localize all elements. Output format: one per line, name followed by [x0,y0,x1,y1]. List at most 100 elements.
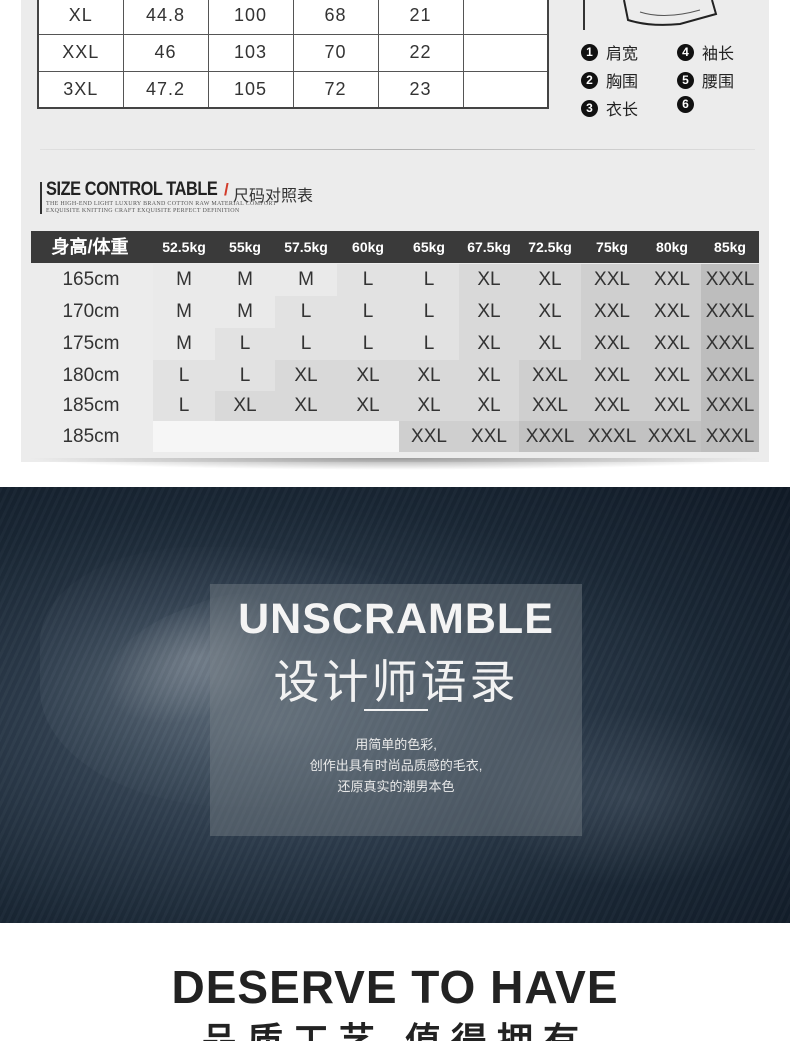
weight-header: 67.5kg [467,239,511,255]
weight-header: 52.5kg [162,239,206,255]
legend-item: 6 [677,96,702,113]
height-label: 185cm [62,426,120,447]
size-cell: XL [519,264,581,296]
height-label: 180cm [62,365,120,386]
size-cell: L [215,360,275,391]
size-cell: XXL [643,328,701,360]
designer-quote-banner: UNSCRAMBLE 设计师语录 用简单的色彩, 创作出具有时尚品质感的毛衣, … [0,487,790,923]
size-cell: L [337,264,399,296]
size-cell: XXL [643,360,701,391]
deserve-title: DESERVE TO HAVE [171,961,619,1013]
size-cell [153,421,215,452]
size-control-title: SIZE CONTROL TABLE [46,179,218,200]
legend-item: 5 腰围 [677,68,734,92]
legend-label: 袖长 [702,46,735,63]
size-cell: XXL [459,421,519,452]
size-cell [337,421,399,452]
size-cell: XL [459,264,519,296]
size-cell: XL [519,328,581,360]
size-cell: L [153,360,215,391]
legend-number-icon: 6 [677,96,694,113]
size-cell: XL [519,296,581,328]
subtitle-line-2: EXQUISITE KNITTING CRAFT EXQUISITE PERFE… [46,208,240,214]
legend-label: 腰围 [702,74,735,91]
quote-line-1: 用简单的色彩, [355,737,437,752]
weight-header: 60kg [352,239,384,255]
quote-title: UNSCRAMBLE [238,595,554,643]
size-cell: XL [459,328,519,360]
legend-number-icon: 3 [581,99,598,117]
section-divider [40,149,755,150]
height-label: 175cm [62,333,120,354]
legend-label: 胸围 [606,74,639,91]
size-cell [275,421,337,452]
measurement-cell: 103 [207,33,294,72]
size-cell: XXXL [643,421,701,452]
measurement-cell: 44.8 [122,0,209,35]
measurement-cell [462,0,549,35]
size-cell: L [215,328,275,360]
size-cell: XL [459,391,519,421]
size-cell: M [153,264,215,296]
legend-number-icon: 2 [581,71,598,89]
measurement-cell: XXL [37,33,124,72]
size-cell: XXXL [519,421,581,452]
measurement-cell: 47.2 [122,70,209,109]
measurement-cell: 21 [377,0,464,35]
panel-shadow [24,458,766,470]
size-cell: XXXL [701,264,759,296]
size-cell: XXXL [701,328,759,360]
size-cell: XXL [643,391,701,421]
measurement-cell: 70 [292,33,379,72]
garment-diagram-line [583,0,585,30]
size-cell: XXL [519,360,581,391]
weight-header: 57.5kg [284,239,328,255]
measurement-cell: 105 [207,70,294,109]
size-cell: XXL [581,360,643,391]
measurement-cell: 46 [122,33,209,72]
measurement-cell: XL [37,0,124,35]
measurement-cell: 72 [292,70,379,109]
size-cell: XL [459,296,519,328]
measurement-cell [462,70,549,109]
height-label: 185cm [62,395,120,416]
measurement-row: 3XL 47.2 105 72 23 [37,70,549,109]
subtitle-line-1: THE HIGH-END LIGHT LUXURY BRAND COTTON R… [46,201,277,207]
legend-number-icon: 4 [677,43,694,61]
size-cell: XL [459,360,519,391]
size-cell: L [399,264,459,296]
quote-underline [364,709,428,711]
legend-item: 1 肩宽 [581,40,638,64]
deserve-title-cn: 品质工艺 值得拥有 [200,1020,589,1041]
size-cell: XL [399,391,459,421]
weight-header: 80kg [656,239,688,255]
legend-number-icon: 5 [677,71,694,89]
weight-header: 72.5kg [528,239,572,255]
size-cell: M [153,328,215,360]
legend-item: 4 袖长 [677,40,734,64]
size-cell: XXL [519,391,581,421]
garment-diagram-icon [623,0,718,26]
size-cell: XXL [581,391,643,421]
size-cell: XXL [399,421,459,452]
size-chart-header: 身高/体重 52.5kg 55kg 57.5kg 60kg 65kg 67.5kg 72.5… [31,231,759,263]
size-cell: L [153,391,215,421]
size-cell: L [399,328,459,360]
title-bar [40,182,42,214]
size-cell: M [215,296,275,328]
size-cell: XXXL [581,421,643,452]
size-cell: XXL [581,328,643,360]
size-cell: XL [275,391,337,421]
size-cell: XXXL [701,296,759,328]
size-cell: L [275,296,337,328]
measurement-row: XXL 46 103 70 22 [37,33,549,72]
size-cell: XL [275,360,337,391]
measurement-cell: 22 [377,33,464,72]
size-cell: XXL [581,296,643,328]
size-cell: L [399,296,459,328]
size-cell: XL [337,391,399,421]
quote-title-cn: 设计师语录 [273,656,519,708]
legend-label: 肩宽 [606,46,639,63]
size-cell: XL [399,360,459,391]
quote-text: 用简单的色彩, 创作出具有时尚品质感的毛衣, 还原真实的潮男本色 [210,734,582,797]
